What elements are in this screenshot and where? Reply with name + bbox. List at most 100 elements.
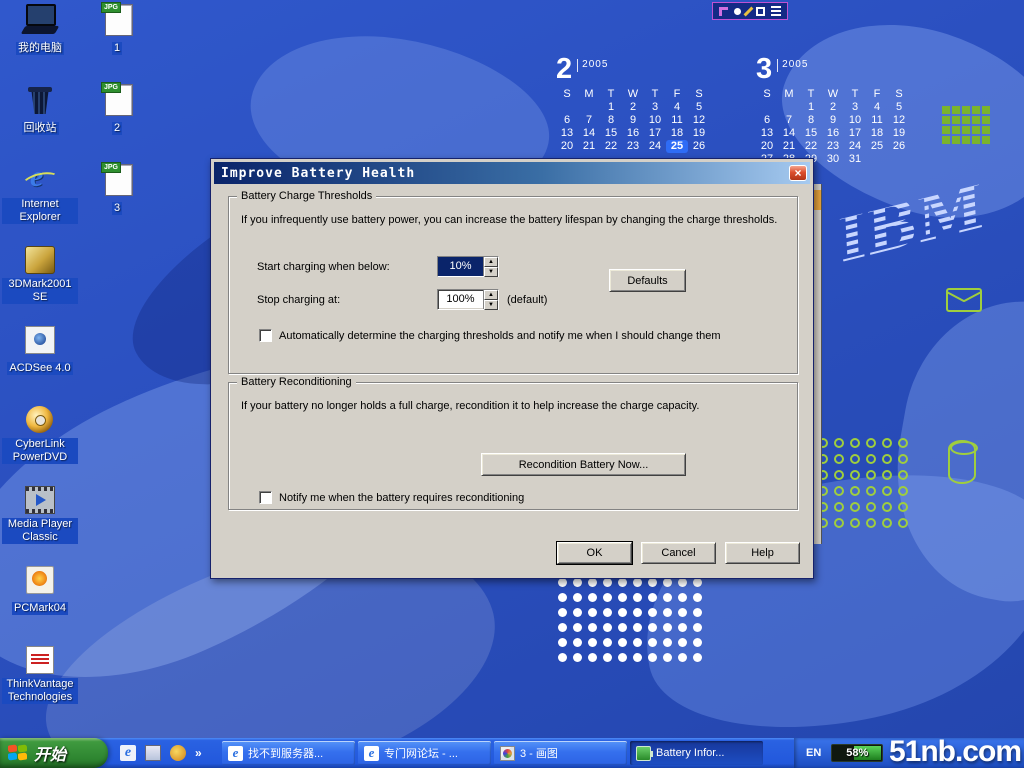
recondition-battery-button[interactable]: Recondition Battery Now... — [481, 453, 686, 476]
notify-recondition-checkbox[interactable] — [259, 491, 272, 504]
auto-determine-checkbox[interactable] — [259, 329, 272, 342]
calendar-day: 25 — [666, 140, 688, 153]
desktop-icon-recycle-bin[interactable]: 回收站 — [2, 84, 78, 136]
calendar-day: 4 — [666, 101, 688, 114]
calendar-day: 14 — [578, 127, 600, 140]
stop-charging-value[interactable]: 100% — [438, 290, 483, 309]
help-button[interactable]: Help — [725, 542, 800, 564]
desktop-icon-label: 2 — [112, 122, 122, 135]
taskbar-task[interactable]: Battery Infor... — [630, 741, 763, 765]
battery-indicator[interactable]: 58% — [831, 744, 883, 762]
start-charging-spinner[interactable]: 10% ▲ ▼ — [437, 256, 499, 277]
calendar-day: 11 — [866, 114, 888, 127]
quicklaunch-ie-icon[interactable] — [120, 745, 136, 761]
calendar-day: 7 — [778, 114, 800, 127]
desktop-icon-internet-explorer[interactable]: Internet Explorer — [2, 164, 78, 225]
dialog-title: Improve Battery Health — [221, 166, 789, 181]
calendar-month: 3 — [756, 55, 772, 83]
calendar-day: 12 — [888, 114, 910, 127]
dialog-titlebar[interactable]: Improve Battery Health × — [214, 162, 810, 184]
calendar-year: 2005 — [782, 59, 808, 70]
calendar-day: 25 — [866, 140, 888, 153]
desktop-icon-jpg-1[interactable]: 1 — [94, 4, 140, 56]
defaults-button[interactable]: Defaults — [609, 269, 686, 292]
desktop-icon-label: PCMark04 — [12, 602, 68, 615]
window-icon[interactable] — [756, 7, 765, 16]
calendar-day: 8 — [800, 114, 822, 127]
start-charging-value[interactable]: 10% — [438, 257, 483, 276]
calendar-day: 23 — [622, 140, 644, 153]
thresholds-description: If you infrequently use battery power, y… — [241, 214, 777, 226]
spin-down-icon[interactable]: ▼ — [484, 267, 498, 277]
quicklaunch-media-icon[interactable] — [170, 745, 186, 761]
calendar-day: 2 — [622, 101, 644, 114]
notify-recondition-checkbox-row: Notify me when the battery requires reco… — [259, 491, 524, 504]
quicklaunch-chevron-icon[interactable]: » — [195, 746, 202, 760]
spinner-buttons: ▲ ▼ — [483, 257, 498, 276]
desktop-icon-jpg-3[interactable]: 3 — [94, 164, 140, 216]
calendar-day: 3 — [844, 101, 866, 114]
taskbar: 开始 » 找不到服务器...专门网论坛 - ...3 - 画图 Battery I… — [0, 738, 1024, 768]
start-button[interactable]: 开始 — [0, 738, 108, 768]
calendar-day: 20 — [556, 140, 578, 153]
desktop-icon-powerdvd[interactable]: CyberLink PowerDVD — [2, 404, 78, 465]
desktop-icon-media-player-classic[interactable]: Media Player Classic — [2, 484, 78, 545]
calendar-day: 26 — [888, 140, 910, 153]
desktop-icon-my-computer[interactable]: 我的电脑 — [2, 4, 78, 56]
spin-down-icon[interactable]: ▼ — [484, 300, 498, 310]
cancel-button[interactable]: Cancel — [641, 542, 716, 564]
background-window-edge — [813, 184, 822, 544]
mark3d-icon — [22, 244, 58, 276]
calendar-day-header: W — [622, 88, 644, 101]
desktop-icon-label: CyberLink PowerDVD — [2, 438, 78, 464]
calendar-day: 26 — [688, 140, 710, 153]
spin-up-icon[interactable]: ▲ — [484, 290, 498, 300]
calendar-day-header: M — [778, 88, 800, 101]
desktop-icon-label: Internet Explorer — [2, 198, 78, 224]
grid-icon[interactable] — [771, 6, 781, 16]
desktop-icon-label: 回收站 — [22, 122, 59, 135]
stop-charging-spinner[interactable]: 100% ▲ ▼ — [437, 289, 499, 310]
spin-up-icon[interactable]: ▲ — [484, 257, 498, 267]
group-legend: Battery Charge Thresholds — [237, 190, 376, 202]
taskbar-task[interactable]: 专门网论坛 - ... — [358, 741, 491, 765]
thinkvantage-icon — [22, 644, 58, 676]
desktop-icon-pcmark04[interactable]: PCMark04 — [2, 564, 78, 616]
ok-button[interactable]: OK — [557, 542, 632, 564]
default-note: (default) — [507, 294, 547, 306]
taskbar-task[interactable]: 找不到服务器... — [222, 741, 355, 765]
calendar-day: 10 — [844, 114, 866, 127]
desktop-mini-toolbar[interactable] — [712, 2, 788, 20]
desktop-icon-label: 3 — [112, 202, 122, 215]
pen-icon[interactable] — [744, 6, 754, 16]
site-watermark: 51nb.com — [889, 735, 1021, 768]
dialog-body: Battery Charge Thresholds If you infrequ… — [214, 184, 810, 575]
internet-explorer-icon — [22, 164, 58, 196]
calendar-day: 17 — [844, 127, 866, 140]
recycle-bin-icon — [22, 84, 58, 116]
close-button[interactable]: × — [789, 165, 807, 181]
taskbar-task[interactable]: 3 - 画图 — [494, 741, 627, 765]
calendar-day: 14 — [778, 127, 800, 140]
calendar-day: 2 — [822, 101, 844, 114]
phone-icon[interactable] — [719, 7, 728, 16]
calendar-day-header: F — [666, 88, 688, 101]
background-window-icon — [813, 190, 821, 210]
quick-launch: » — [114, 738, 208, 768]
calendar-day: 4 — [866, 101, 888, 114]
task-label: Battery Infor... — [656, 747, 724, 759]
desktop-icon-acdsee[interactable]: ACDSee 4.0 — [2, 324, 78, 376]
desktop-icon-thinkvantage[interactable]: ThinkVantage Technologies — [2, 644, 78, 705]
desktop-icon-jpg-2[interactable]: 2 — [94, 84, 140, 136]
quicklaunch-show-desktop-icon[interactable] — [145, 745, 161, 761]
calendar-day-header: S — [688, 88, 710, 101]
language-indicator[interactable]: EN — [806, 747, 821, 759]
ie-icon — [228, 746, 243, 761]
record-icon[interactable] — [734, 8, 741, 15]
calendar-day: 16 — [622, 127, 644, 140]
desktop-icon-label: ThinkVantage Technologies — [2, 678, 78, 704]
spinner-buttons: ▲ ▼ — [483, 290, 498, 309]
calendar-day: 9 — [822, 114, 844, 127]
desktop-icon-mark3d[interactable]: 3DMark2001 SE — [2, 244, 78, 305]
calendar-day: 1 — [800, 101, 822, 114]
